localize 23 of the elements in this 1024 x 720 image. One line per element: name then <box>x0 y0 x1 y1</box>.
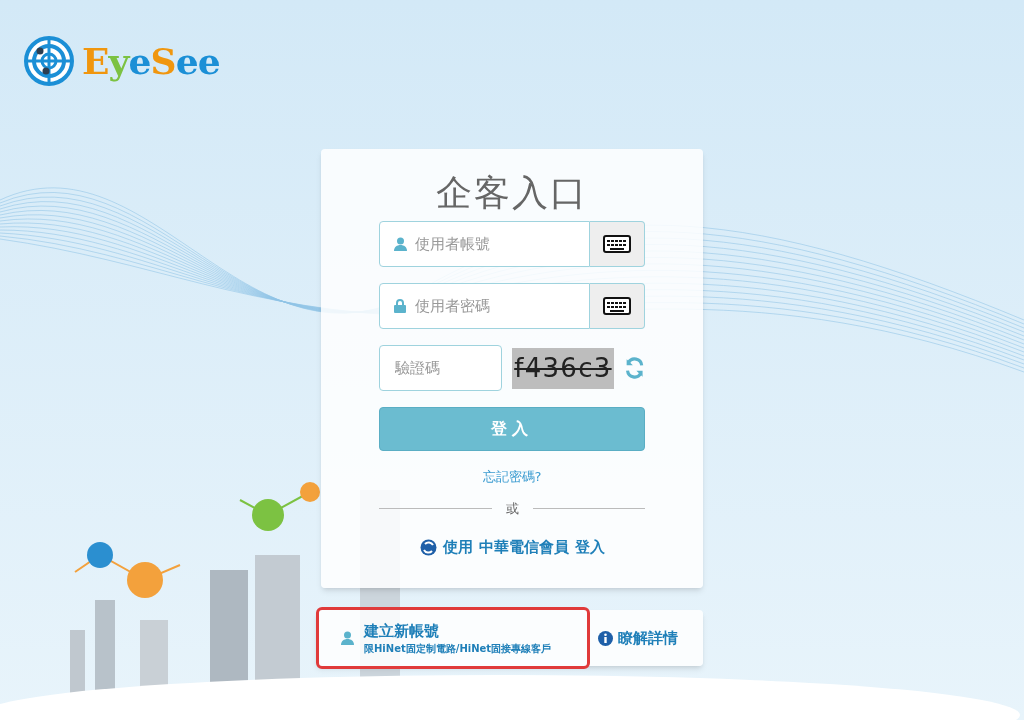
info-icon <box>598 630 613 646</box>
member-login-link[interactable]: 使用 中華電信會員 登入 <box>419 536 605 559</box>
virtual-keyboard-button[interactable] <box>590 283 645 329</box>
user-icon <box>341 631 354 645</box>
target-logo-icon <box>24 36 74 86</box>
user-icon <box>394 237 407 251</box>
or-divider-text: 或 <box>505 499 519 518</box>
virtual-keyboard-button[interactable] <box>590 221 645 267</box>
swirl-logo-icon <box>419 538 437 556</box>
create-account-title: 建立新帳號 <box>364 620 440 641</box>
captcha-image: f436c3 <box>512 347 614 389</box>
lock-icon <box>394 299 406 313</box>
create-account-link[interactable]: 建立新帳號 限HiNet固定制電路/HiNet固接專線客戶 <box>316 607 590 669</box>
keyboard-icon <box>603 235 631 253</box>
login-title: 企客入口 <box>436 171 588 215</box>
create-account-note: 限HiNet固定制電路/HiNet固接專線客戶 <box>364 641 552 656</box>
username-field[interactable]: 使用者帳號 <box>379 221 590 267</box>
details-link[interactable]: 瞭解詳情 <box>598 626 678 650</box>
password-field[interactable]: 使用者密碼 <box>379 283 590 329</box>
forgot-password-link[interactable]: 忘記密碼? <box>482 467 542 487</box>
keyboard-icon <box>603 297 631 315</box>
captcha-field[interactable]: 驗證碼 <box>379 345 502 391</box>
login-button[interactable]: 登入 <box>379 407 645 451</box>
